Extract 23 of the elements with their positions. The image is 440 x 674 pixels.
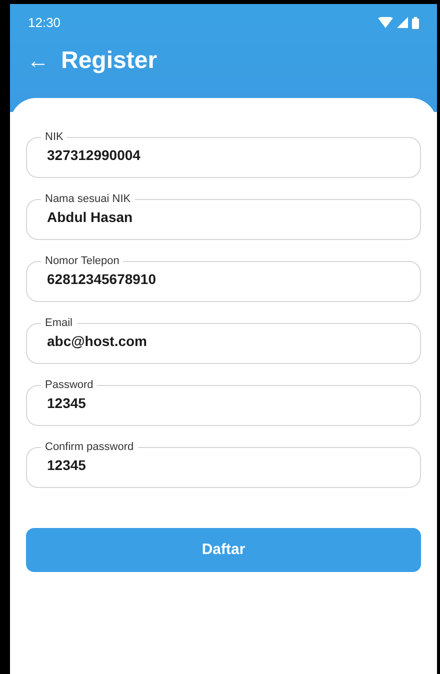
input-field[interactable]: abc@host.com bbox=[47, 331, 400, 352]
text-field[interactable]: Confirm password 12345 bbox=[26, 440, 421, 488]
input-field[interactable]: 12345 bbox=[47, 393, 400, 414]
text-field[interactable]: NIK 327312990004 bbox=[26, 130, 421, 178]
text-field[interactable]: Email abc@host.com bbox=[26, 316, 421, 364]
field-label: Nomor Telepon bbox=[44, 254, 120, 268]
text-field[interactable]: Nama sesuai NIK Abdul Hasan bbox=[26, 192, 421, 240]
text-field[interactable]: Password 12345 bbox=[26, 378, 421, 426]
field-label: Confirm password bbox=[44, 440, 135, 454]
text-field[interactable]: Nomor Telepon 62812345678910 bbox=[26, 254, 421, 302]
input-field[interactable]: 327312990004 bbox=[47, 145, 400, 166]
input-field[interactable]: 62812345678910 bbox=[47, 269, 400, 290]
wifi-icon bbox=[378, 17, 393, 28]
input-field[interactable]: 12345 bbox=[47, 455, 400, 476]
battery-icon bbox=[412, 16, 419, 29]
field-label: Password bbox=[44, 378, 94, 392]
screen-title: Register bbox=[61, 46, 158, 76]
field-label: Email bbox=[44, 316, 74, 330]
status-time: 12:30 bbox=[28, 14, 61, 32]
signal-icon bbox=[397, 17, 408, 28]
field-label: NIK bbox=[44, 130, 64, 144]
input-field[interactable]: Abdul Hasan bbox=[47, 207, 400, 228]
field-label: Nama sesuai NIK bbox=[44, 192, 132, 206]
